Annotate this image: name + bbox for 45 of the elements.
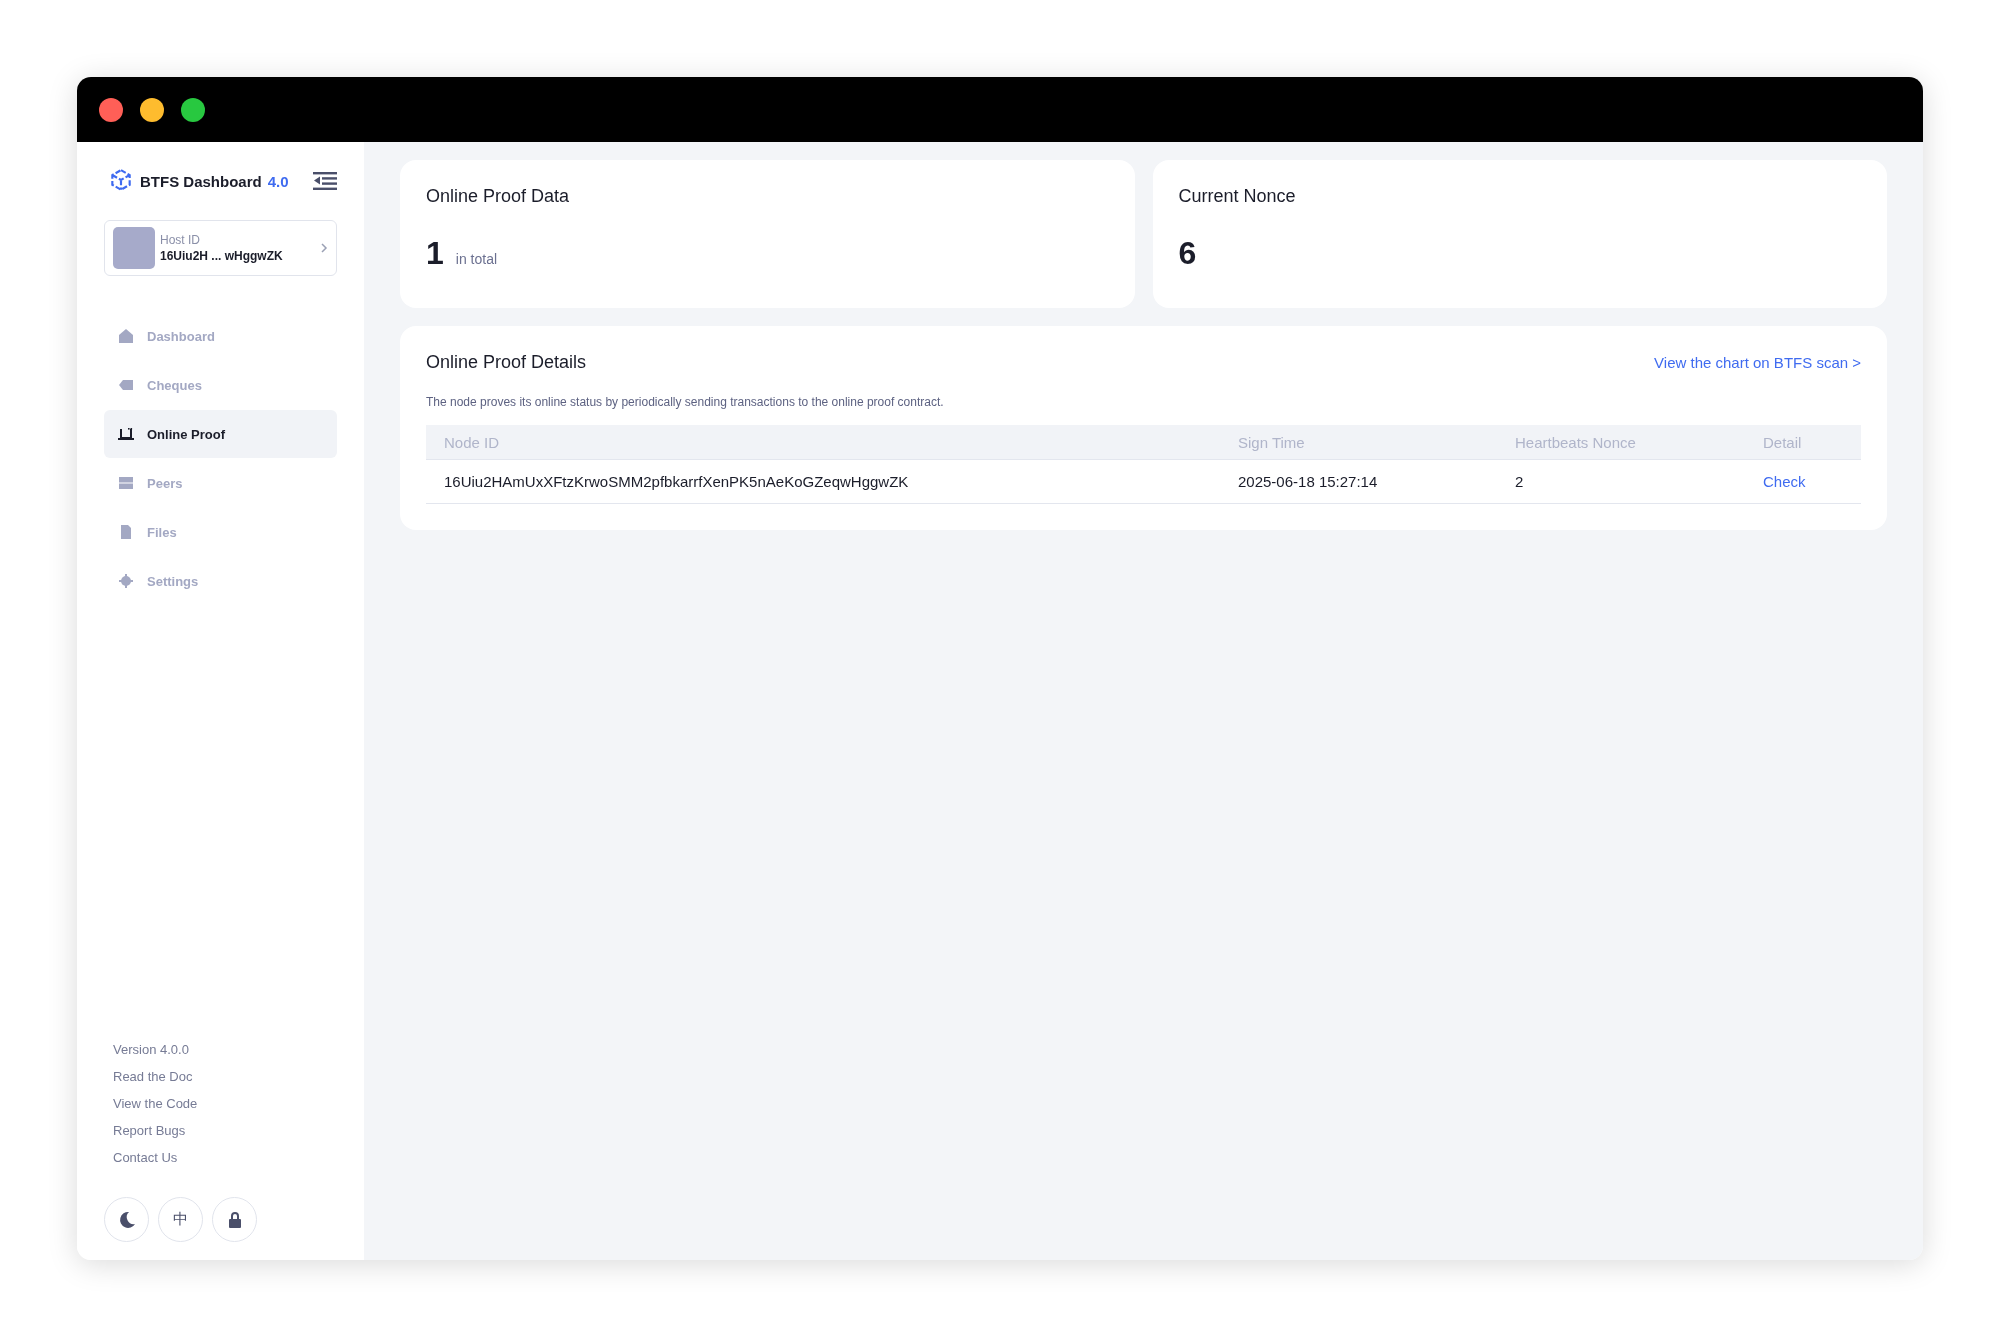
host-id-card[interactable]: Host ID 16Uiu2H ... wHggwZK	[104, 220, 337, 276]
lock-button[interactable]	[212, 1197, 257, 1242]
card-title: Online Proof Details	[426, 352, 587, 373]
card-title: Online Proof Data	[426, 186, 571, 207]
sidebar-link[interactable]: Read the Doc	[113, 1069, 337, 1084]
server-icon	[118, 475, 134, 491]
column-header: Heartbeats Nonce	[1515, 433, 1637, 451]
btfs-scan-link[interactable]: View the chart on BTFS scan >	[1654, 354, 1861, 371]
avatar	[113, 227, 155, 269]
stat-value: 6	[1178, 235, 1197, 272]
stat-unit: in total	[455, 251, 498, 267]
sidebar-link[interactable]: View the Code	[113, 1096, 337, 1111]
column-header: Sign Time	[1238, 433, 1306, 451]
chevron-icon	[320, 242, 328, 254]
nav-item[interactable]: Peers	[104, 459, 337, 507]
home-icon	[118, 328, 134, 344]
file-icon	[118, 524, 134, 540]
sidebar-link[interactable]: Report Bugs	[113, 1123, 337, 1138]
nav-item[interactable]: Settings	[104, 557, 337, 605]
table-cell-text: 16Uiu2HAmUxXFtzKrwoSMM2pfbkarrfXenPK5nAeKoGZeqwHggwZK	[444, 473, 910, 490]
table-cell-text: 2	[1515, 473, 1525, 490]
language-button[interactable]: 中	[158, 1197, 203, 1242]
sidebar-link[interactable]: Contact Us	[113, 1150, 337, 1165]
nav-item[interactable]: Online Proof	[104, 410, 337, 458]
dark-mode-button[interactable]	[104, 1197, 149, 1242]
maximize-window-button[interactable]	[181, 97, 205, 122]
nav-item[interactable]: Dashboard	[104, 312, 337, 360]
nav-item[interactable]: Files	[104, 508, 337, 556]
column-header: Detail	[1763, 433, 1803, 451]
card-title: Current Nonce	[1178, 186, 1297, 207]
table-cell-text: 2025-06-18 15:27:14	[1238, 473, 1379, 490]
host-id-label: Host ID	[160, 233, 201, 247]
close-window-button[interactable]	[99, 97, 123, 122]
check-link[interactable]: Check	[1763, 473, 1806, 490]
stat-value: 1	[426, 235, 444, 272]
minimize-window-button[interactable]	[140, 97, 164, 122]
app-title: BTFS Dashboard	[140, 172, 262, 190]
version-text: Version 4.0.0	[113, 1042, 190, 1057]
description-text: The node proves its online status by periodically sending transactions to the online proof contract.	[426, 395, 945, 409]
nav-item[interactable]: Cheques	[104, 361, 337, 409]
column-header: Node ID	[444, 433, 501, 451]
collapse-menu-icon[interactable]	[313, 171, 337, 191]
version-label: 4.0	[267, 172, 289, 190]
host-id-value: 16Uiu2H ... wHggwZK	[160, 249, 283, 263]
tag-icon	[118, 377, 134, 393]
